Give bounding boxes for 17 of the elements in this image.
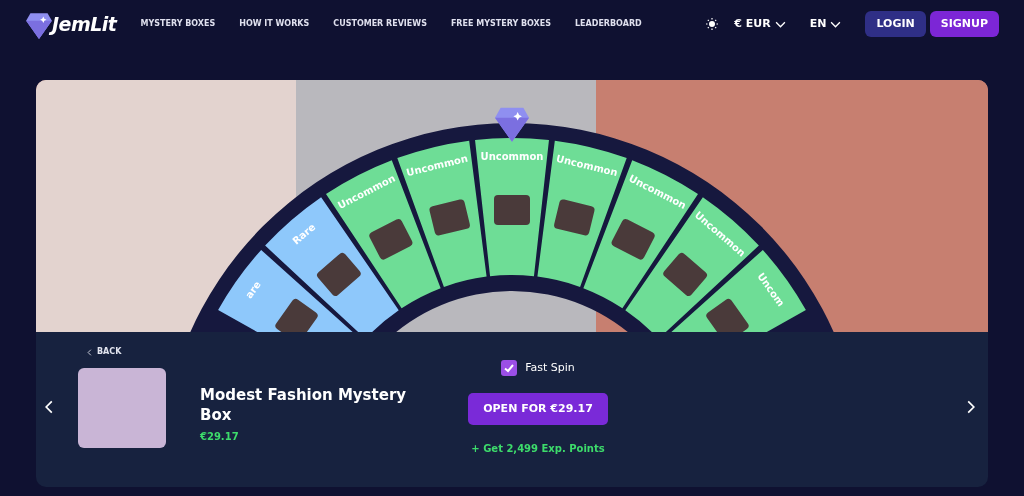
currency-selector[interactable]: € EUR <box>734 15 771 33</box>
nav-link[interactable]: HOW IT WORKS <box>239 18 310 30</box>
signup-button[interactable]: SIGNUP <box>929 10 999 38</box>
box-title: Modest Fashion Mystery Box <box>200 386 408 425</box>
back-link[interactable]: BACK <box>97 346 122 358</box>
language-selector[interactable]: EN <box>809 15 827 33</box>
nav-link[interactable]: LEADERBOARD <box>575 18 642 30</box>
login-button[interactable]: LOGIN <box>865 10 926 38</box>
rarity-label: are <box>243 278 263 301</box>
box-price: €29.17 <box>200 430 240 444</box>
nav-link[interactable]: FREE MYSTERY BOXES <box>450 18 551 30</box>
rarity-label: Uncommon <box>480 151 544 162</box>
nav-link[interactable]: MYSTERY BOXES <box>140 18 216 30</box>
nav-link[interactable]: CUSTOMER REVIEWS <box>333 18 427 30</box>
exp-points-text: + Get 2,499 Exp. Points <box>471 442 605 456</box>
fast-spin-label: Fast Spin <box>525 360 575 376</box>
open-box-button[interactable]: OPEN FOR €29.17 <box>468 392 608 425</box>
